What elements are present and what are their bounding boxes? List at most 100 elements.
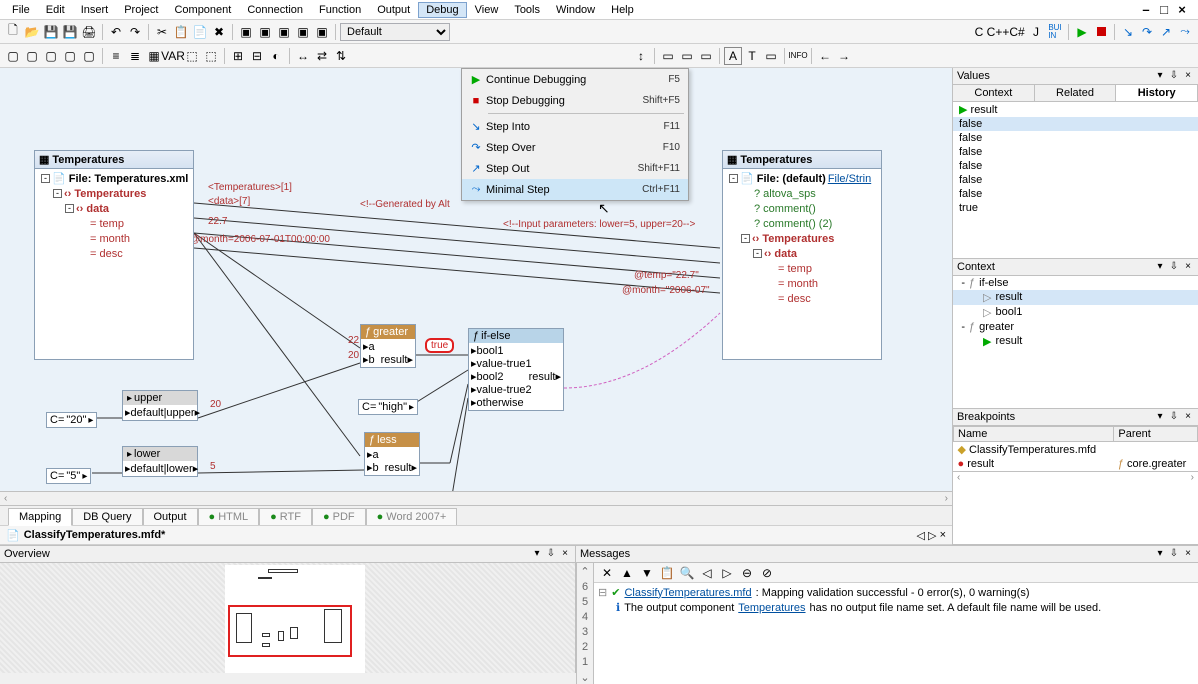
- tool-icon[interactable]: ✕: [598, 564, 616, 582]
- menu-function[interactable]: Function: [311, 2, 369, 18]
- tool-icon[interactable]: ▢: [42, 47, 60, 65]
- menu-help[interactable]: Help: [603, 2, 642, 18]
- tool-icon[interactable]: ▭: [762, 47, 780, 65]
- lang-c-icon[interactable]: C: [970, 23, 988, 41]
- values-tab-related[interactable]: Related: [1035, 85, 1117, 101]
- tool-icon[interactable]: T: [743, 47, 761, 65]
- minimal-step-icon[interactable]: ⤳: [1176, 23, 1194, 41]
- tab-word-2007+[interactable]: ●Word 2007+: [366, 508, 458, 525]
- constant[interactable]: C="20" ▸: [46, 412, 97, 428]
- value-row[interactable]: false: [953, 187, 1198, 201]
- open-icon[interactable]: 📂: [23, 23, 41, 41]
- tool-icon[interactable]: ≡: [107, 47, 125, 65]
- function-greater[interactable]: ƒgreater ▸a ▸bresult▸: [360, 324, 416, 368]
- new-icon[interactable]: 🗋: [4, 23, 22, 41]
- tool-icon[interactable]: ▢: [80, 47, 98, 65]
- pin-icon[interactable]: ⇩: [1168, 261, 1180, 273]
- tool-icon[interactable]: ⬚: [183, 47, 201, 65]
- dropdown-icon[interactable]: ▾: [1154, 548, 1166, 560]
- ruler-tick[interactable]: 1: [582, 656, 588, 668]
- cut-icon[interactable]: ✂: [153, 23, 171, 41]
- values-tab-context[interactable]: Context: [953, 85, 1035, 101]
- close-icon[interactable]: ×: [559, 548, 571, 560]
- source-component[interactable]: ▦Temperatures - 📄 File: Temperatures.xml…: [34, 150, 194, 360]
- tree-node[interactable]: = temp: [39, 216, 189, 231]
- breakpoints-table[interactable]: NameParent ◆ ClassifyTemperatures.mfd● r…: [953, 426, 1198, 471]
- save-icon[interactable]: 💾: [42, 23, 60, 41]
- menu-item-minimal-step[interactable]: ⤳Minimal StepCtrl+F11: [462, 179, 688, 200]
- context-row[interactable]: ▶result: [953, 334, 1198, 349]
- overview-minimap[interactable]: [0, 563, 575, 673]
- close-button[interactable]: ×: [1174, 3, 1190, 17]
- breakpoint-row[interactable]: ◆ ClassifyTemperatures.mfd: [954, 441, 1198, 457]
- context-row[interactable]: ▷result: [953, 290, 1198, 305]
- value-row[interactable]: false: [953, 159, 1198, 173]
- tool-icon[interactable]: ▢: [61, 47, 79, 65]
- step-into-icon[interactable]: ↘: [1119, 23, 1137, 41]
- step-out-icon[interactable]: ↗: [1157, 23, 1175, 41]
- tool-icon[interactable]: ▷: [718, 564, 736, 582]
- values-tab-history[interactable]: History: [1116, 85, 1198, 101]
- tool-icon[interactable]: ▲: [618, 564, 636, 582]
- ruler-tick[interactable]: 4: [582, 611, 588, 623]
- input-lower[interactable]: ▸ lower ▸default | lower▸: [122, 446, 198, 477]
- menu-item-stop-debugging[interactable]: ■Stop DebuggingShift+F5: [462, 90, 688, 111]
- close-file-icon[interactable]: ×: [940, 529, 946, 541]
- value-row[interactable]: false: [953, 173, 1198, 187]
- ruler-tick[interactable]: 3: [582, 626, 588, 638]
- info-icon[interactable]: INFO: [789, 47, 807, 65]
- tool-icon[interactable]: ⇅: [332, 47, 350, 65]
- tab-pdf[interactable]: ●PDF: [312, 508, 366, 525]
- tool-icon[interactable]: ⇄: [313, 47, 331, 65]
- tool-icon[interactable]: ↕: [632, 47, 650, 65]
- tool-icon[interactable]: ⊞: [229, 47, 247, 65]
- tab-db-query[interactable]: DB Query: [72, 508, 142, 525]
- dropdown-icon[interactable]: ▾: [1154, 261, 1166, 273]
- pin-icon[interactable]: ⇩: [545, 548, 557, 560]
- context-row[interactable]: -ƒgreater: [953, 320, 1198, 334]
- input-upper[interactable]: ▸ upper ▸default | upper▸: [122, 390, 198, 421]
- function-less[interactable]: ƒless ▸a ▸bresult▸: [364, 432, 420, 476]
- run-icon[interactable]: ▶: [1073, 23, 1091, 41]
- close-icon[interactable]: ×: [1182, 548, 1194, 560]
- lang-cs-icon[interactable]: C#: [1008, 23, 1026, 41]
- value-row[interactable]: false: [953, 131, 1198, 145]
- tool-icon[interactable]: ▢: [4, 47, 22, 65]
- tree-node[interactable]: - ‹› Temperatures: [727, 231, 877, 246]
- tree-node[interactable]: - ‹› Temperatures: [39, 186, 189, 201]
- tool-icon[interactable]: ⊟: [248, 47, 266, 65]
- menu-item-step-out[interactable]: ↗Step OutShift+F11: [462, 158, 688, 179]
- dropdown-icon[interactable]: ▾: [531, 548, 543, 560]
- tool-icon[interactable]: 🔍: [678, 564, 696, 582]
- tree-node[interactable]: - ‹› data: [727, 246, 877, 261]
- context-row[interactable]: ▷bool1: [953, 305, 1198, 320]
- value-row[interactable]: false: [953, 145, 1198, 159]
- tree-node[interactable]: ? comment() (2): [727, 216, 877, 231]
- target-component[interactable]: ▦Temperatures - 📄 File: (default) File/S…: [722, 150, 882, 360]
- tree-node[interactable]: = desc: [39, 246, 189, 261]
- fwd-icon[interactable]: →: [835, 47, 853, 65]
- dropdown-icon[interactable]: ▾: [1154, 411, 1166, 423]
- tool-icon[interactable]: ▼: [638, 564, 656, 582]
- tool-icon[interactable]: ◐: [267, 47, 285, 65]
- pin-icon[interactable]: ⇩: [1168, 411, 1180, 423]
- close-icon[interactable]: ×: [1182, 70, 1194, 82]
- tool-icon[interactable]: ↔: [294, 47, 312, 65]
- menu-output[interactable]: Output: [369, 2, 418, 18]
- tool-icon[interactable]: 📋: [658, 564, 676, 582]
- menu-tools[interactable]: Tools: [506, 2, 548, 18]
- tool-icon[interactable]: ▣: [256, 23, 274, 41]
- redo-icon[interactable]: ↷: [126, 23, 144, 41]
- tool-icon[interactable]: ▣: [313, 23, 331, 41]
- close-icon[interactable]: ×: [1182, 261, 1194, 273]
- pin-icon[interactable]: ⇩: [1168, 70, 1180, 82]
- tree-node[interactable]: = month: [39, 231, 189, 246]
- tab-html[interactable]: ●HTML: [198, 508, 260, 525]
- ruler-tick[interactable]: 6: [582, 581, 588, 593]
- constant[interactable]: C="high" ▸: [358, 399, 418, 415]
- copy-icon[interactable]: 📋: [172, 23, 190, 41]
- stop-icon[interactable]: [1092, 23, 1110, 41]
- tool-icon[interactable]: ◁: [698, 564, 716, 582]
- menu-connection[interactable]: Connection: [239, 2, 311, 18]
- message-ruler[interactable]: ⌃654321⌄: [576, 563, 594, 684]
